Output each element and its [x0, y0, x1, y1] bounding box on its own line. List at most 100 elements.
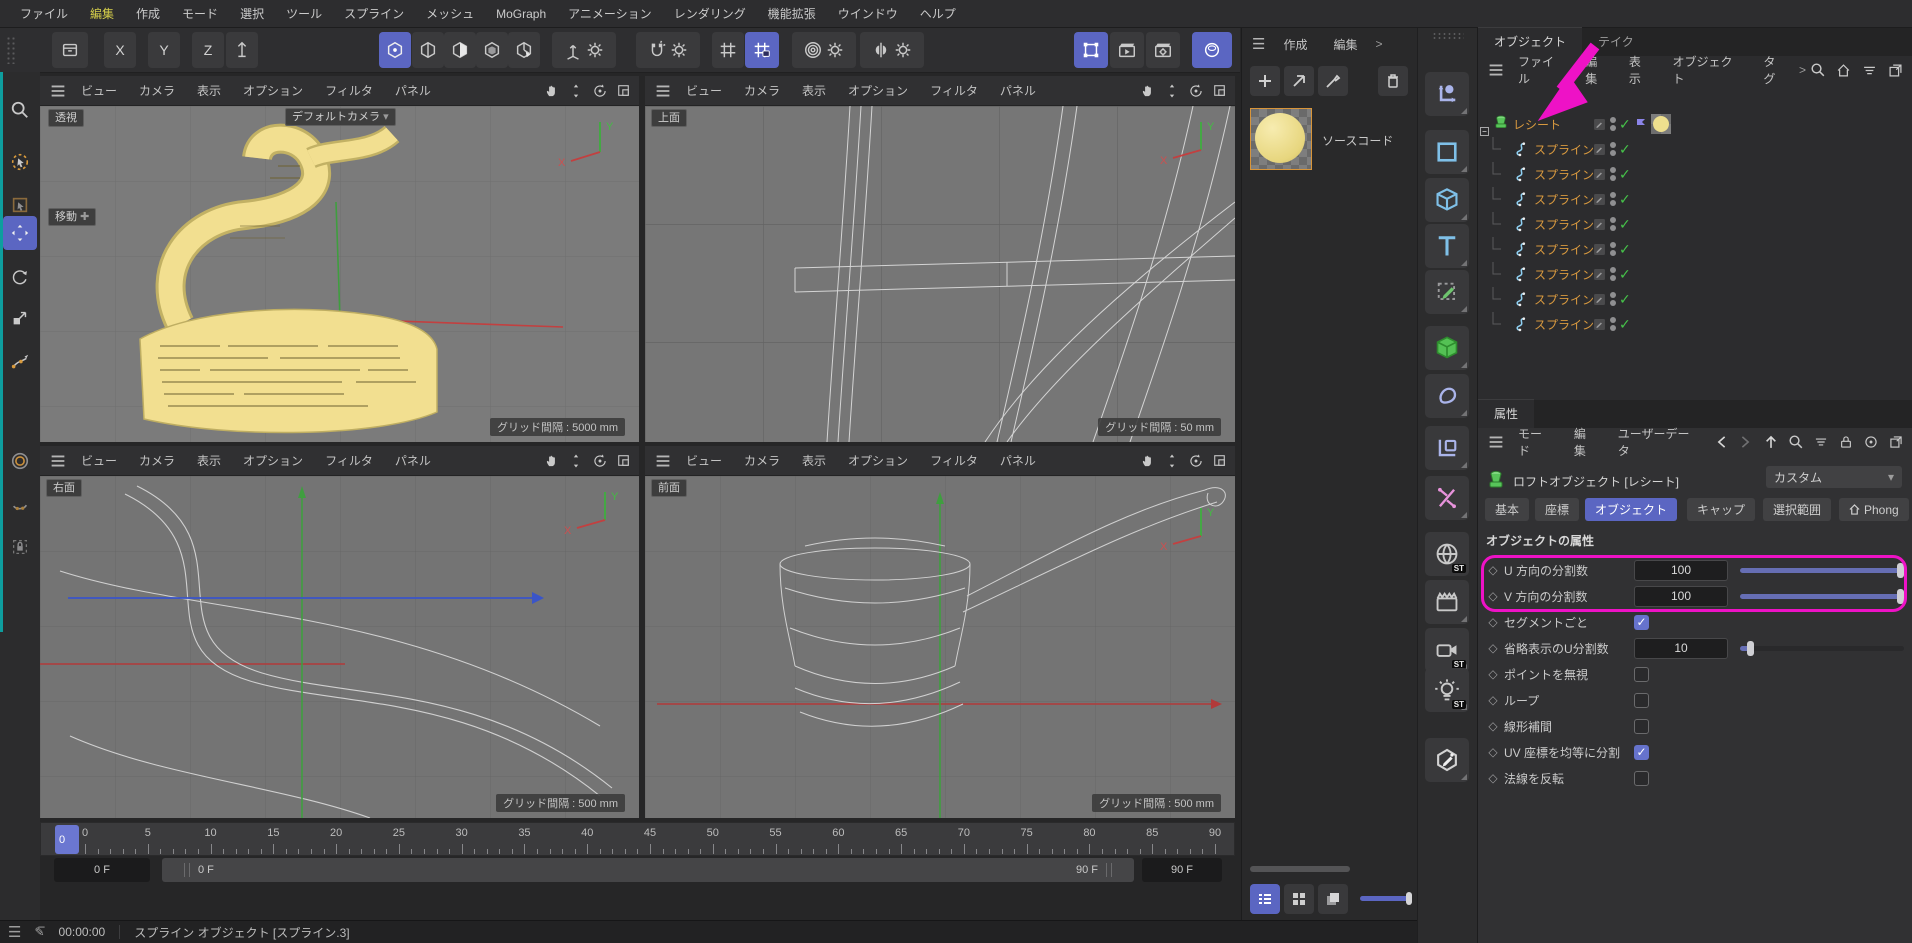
texture-mode-button[interactable] — [412, 32, 444, 68]
home-icon[interactable] — [1835, 62, 1852, 79]
material-grid-view-button[interactable] — [1284, 884, 1314, 914]
attribute-tab-5[interactable]: Phong — [1839, 498, 1909, 521]
visibility-dots[interactable] — [1610, 266, 1616, 282]
timeline-playhead[interactable]: 0 — [55, 825, 79, 854]
menubar-item-4[interactable]: 選択 — [230, 1, 274, 26]
viewport-menu-3[interactable]: オプション — [839, 79, 917, 102]
pan-hand-icon[interactable] — [544, 453, 560, 469]
material-size-slider[interactable] — [1360, 896, 1410, 901]
maximize-view-icon[interactable] — [616, 453, 631, 468]
lock-icon[interactable] — [1838, 434, 1854, 450]
object-tree-row[interactable]: スプライン ✓ — [1479, 137, 1912, 161]
menubar-item-3[interactable]: モード — [172, 1, 228, 26]
attribute-slider[interactable] — [1740, 594, 1904, 599]
pen-spline-tool[interactable] — [3, 345, 37, 379]
viewport-menu-4[interactable]: フィルタ — [921, 449, 987, 472]
keyframe-diamond-icon[interactable]: ◇ — [1482, 641, 1504, 655]
rotate-view-icon[interactable] — [592, 83, 608, 99]
delete-material-button[interactable] — [1378, 66, 1408, 96]
menubar-item-11[interactable]: 機能拡張 — [758, 1, 826, 26]
popout-icon[interactable] — [1887, 62, 1904, 79]
attribute-slider[interactable] — [1740, 568, 1904, 573]
spline-smooth-tool[interactable] — [3, 490, 37, 524]
keyframe-diamond-icon[interactable]: ◇ — [1482, 745, 1504, 759]
shelf-grip[interactable] — [1432, 32, 1464, 40]
object-name[interactable]: スプライン — [1534, 141, 1594, 158]
menubar-item-13[interactable]: ヘルプ — [910, 1, 966, 26]
viewport-menu-icon[interactable] — [653, 451, 673, 471]
viewport-menu-4[interactable]: フィルタ — [921, 79, 987, 102]
enabled-check-icon[interactable]: ✓ — [1619, 141, 1631, 158]
viewport-menu-0[interactable]: ビュー — [72, 79, 126, 102]
am-menu-0[interactable]: モード — [1510, 422, 1562, 462]
om-menu-more[interactable]: > — [1799, 63, 1806, 77]
viewport-menu-2[interactable]: 表示 — [188, 449, 230, 472]
attribute-checkbox[interactable] — [1634, 693, 1649, 708]
pan-hand-icon[interactable] — [544, 83, 560, 99]
object-tree-row[interactable]: スプライン.5✓ — [1479, 187, 1912, 211]
rotate-view-icon[interactable] — [1188, 83, 1204, 99]
object-tree-row[interactable]: スプライン.4✓ — [1479, 262, 1912, 286]
timeline-start-field[interactable]: 0 F — [54, 858, 150, 882]
attribute-checkbox[interactable] — [1634, 771, 1649, 786]
attribute-checkbox[interactable]: ✓ — [1634, 615, 1649, 630]
enabled-check-icon[interactable]: ✓ — [1619, 241, 1631, 258]
edit-toggle-icon[interactable] — [1592, 292, 1607, 307]
dolly-icon[interactable] — [568, 453, 584, 469]
dolly-icon[interactable] — [1164, 453, 1180, 469]
attribute-value-field[interactable]: 10 — [1634, 638, 1728, 659]
statusbar-menu-icon[interactable]: ☰ — [8, 923, 20, 941]
attribute-tab-2[interactable]: オブジェクト — [1585, 498, 1677, 521]
object-tree-row[interactable]: スプライン.2✓ — [1479, 237, 1912, 261]
rotate-tool[interactable] — [3, 260, 37, 294]
environment-icon[interactable]: ST — [1425, 532, 1469, 576]
object-tree-row[interactable]: スプライン.7✓ — [1479, 162, 1912, 186]
om-menu-0[interactable]: ファイル — [1510, 50, 1573, 90]
visibility-dots[interactable] — [1610, 316, 1616, 332]
viewport-menu-4[interactable]: フィルタ — [316, 79, 382, 102]
om-menu-1[interactable]: 編集 — [1577, 50, 1617, 90]
maximize-view-icon[interactable] — [1212, 83, 1227, 98]
viewport-menu-0[interactable]: ビュー — [677, 449, 731, 472]
hamburger-icon[interactable] — [1486, 60, 1506, 80]
am-menu-2[interactable]: ユーザーデータ — [1610, 422, 1709, 462]
viewport-menu-1[interactable]: カメラ — [130, 449, 184, 472]
object-tree-row[interactable]: スプライン.1✓ — [1479, 312, 1912, 336]
viewport-menu-4[interactable]: フィルタ — [316, 449, 382, 472]
enabled-check-icon[interactable]: ✓ — [1619, 166, 1631, 183]
add-material-button[interactable] — [1250, 66, 1280, 96]
visibility-dots[interactable] — [1610, 166, 1616, 182]
search-tool[interactable] — [3, 93, 37, 127]
workplane-grid-button[interactable] — [712, 32, 744, 68]
keyframe-diamond-icon[interactable]: ◇ — [1482, 693, 1504, 707]
attribute-tab-0[interactable]: 基本 — [1485, 498, 1529, 521]
material-name[interactable]: ソースコード — [1322, 132, 1393, 149]
cube-primitive-icon[interactable] — [1425, 178, 1469, 222]
symmetry-group[interactable] — [860, 32, 924, 68]
dolly-icon[interactable] — [568, 83, 584, 99]
viewport-menu-icon[interactable] — [48, 451, 68, 471]
move-tool[interactable] — [3, 216, 37, 250]
texture-tag-thumbnail[interactable] — [1651, 114, 1671, 134]
viewport-menu-5[interactable]: パネル — [386, 79, 440, 102]
lock-selection-tool[interactable] — [3, 530, 37, 564]
attribute-tab-3[interactable]: キャップ — [1687, 498, 1755, 521]
enabled-check-icon[interactable]: ✓ — [1619, 216, 1631, 233]
visibility-dots[interactable] — [1610, 191, 1616, 207]
preset-dropdown[interactable]: カスタム▾ — [1766, 466, 1902, 488]
hamburger-icon[interactable]: ☰ — [1252, 35, 1265, 53]
text-primitive-icon[interactable] — [1425, 224, 1469, 268]
search-icon[interactable] — [1810, 62, 1826, 78]
object-tree-row[interactable]: スプライン.6✓ — [1479, 212, 1912, 236]
toolbar-grip[interactable] — [6, 36, 16, 64]
menubar-item-12[interactable]: ウインドウ — [828, 1, 908, 26]
popout-icon[interactable] — [1888, 434, 1904, 450]
point-mode-button[interactable] — [444, 32, 476, 68]
material-sphere-button[interactable] — [1192, 32, 1232, 68]
camera-label[interactable]: デフォルトカメラ ▾ — [285, 108, 396, 126]
render-view-button[interactable] — [1074, 32, 1108, 68]
menubar-item-2[interactable]: 作成 — [126, 1, 170, 26]
attribute-tab-1[interactable]: 座標 — [1535, 498, 1579, 521]
navigation-mode-icon[interactable] — [1425, 72, 1469, 116]
axis-lock-z-button[interactable]: Z — [192, 32, 224, 68]
